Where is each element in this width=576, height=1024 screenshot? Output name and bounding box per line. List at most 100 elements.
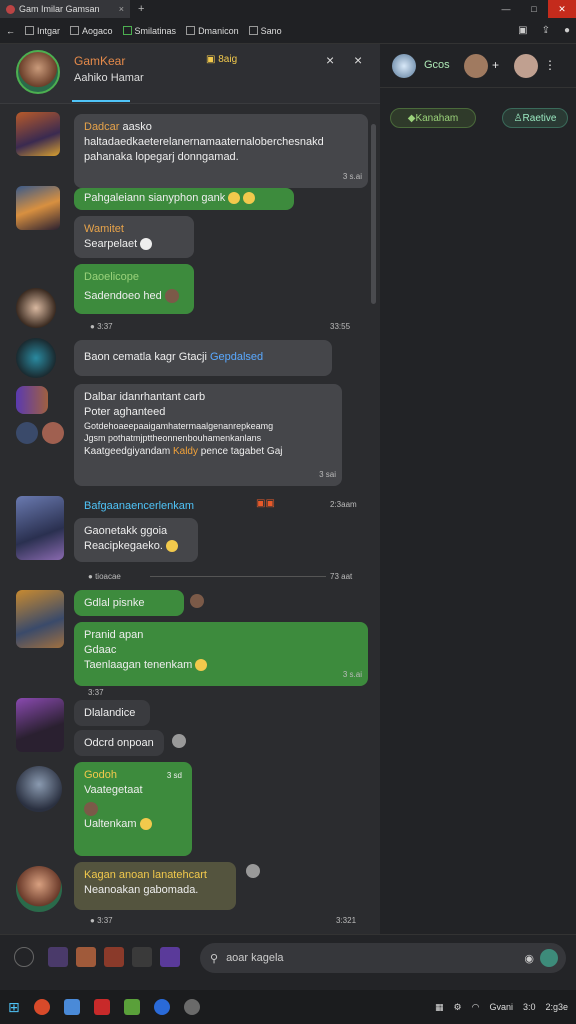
pill-button[interactable]: ♙ Raetive xyxy=(502,108,568,128)
message-time: 2:3aam xyxy=(330,500,357,509)
chat-avatar[interactable] xyxy=(16,50,60,94)
avatar[interactable] xyxy=(16,338,56,378)
close-icon[interactable]: × xyxy=(354,52,362,68)
message-text: Taenlaagan tenenkam xyxy=(84,659,193,671)
more-icon[interactable]: ⋮ xyxy=(544,58,556,72)
bookmark-label: Aogaco xyxy=(82,25,113,36)
divider-label: ● tioacae xyxy=(88,572,121,581)
message-author: Kagan anoan lanatehcart xyxy=(84,869,207,881)
message-time: ● 3:37 xyxy=(90,916,113,925)
scrollbar[interactable] xyxy=(371,124,376,304)
avatar[interactable] xyxy=(16,766,62,812)
message-author: Godoh xyxy=(84,769,118,781)
emoji-icon xyxy=(228,192,241,205)
browser-tab[interactable]: Gam Imilar Gamsan × xyxy=(0,0,130,18)
bookmark-label: Intgar xyxy=(37,25,61,36)
wifi-icon[interactable]: ◠ xyxy=(472,1002,480,1013)
taskbar: ⊞ ▦ ⚙ ◠ Gvani 3:0 2:g3e xyxy=(0,990,576,1024)
media-thumb[interactable] xyxy=(76,947,96,967)
bookmark-item[interactable]: Intgar xyxy=(25,26,60,36)
new-tab-icon[interactable]: + xyxy=(138,3,144,15)
right-panel-header: Gcos + ⋮ xyxy=(380,44,576,88)
tab-close-icon[interactable]: × xyxy=(119,4,124,14)
close-icon[interactable]: × xyxy=(326,52,334,68)
message-bubble: Godoh 3 sd Vaategetaat Ualtenkam xyxy=(74,762,192,856)
bookmark-item[interactable]: Sano xyxy=(248,26,282,36)
avatar[interactable] xyxy=(16,866,62,912)
app-icon[interactable] xyxy=(153,999,170,1015)
send-icon[interactable] xyxy=(540,949,558,967)
app-icon[interactable] xyxy=(93,999,110,1015)
right-panel-name: Gcos xyxy=(424,59,450,71)
tab-favicon-icon xyxy=(6,4,15,14)
avatar[interactable] xyxy=(16,496,64,560)
avatar[interactable] xyxy=(392,54,416,78)
avatar[interactable] xyxy=(464,54,488,78)
message-bubble: Dlalandice xyxy=(74,700,150,726)
bookmark-icon xyxy=(186,26,196,35)
message-text: Gaonetakk ggoia xyxy=(84,525,168,537)
media-thumb[interactable] xyxy=(132,947,152,967)
avatar[interactable] xyxy=(16,112,60,156)
settings-icon[interactable]: ⚙ xyxy=(454,1002,462,1013)
profile-icon[interactable]: ● xyxy=(564,25,570,36)
chat-panel: GamKear Aahiko Hamar ▣ 8aig × × Dadcar a… xyxy=(0,44,380,934)
message-author: Daoelicope xyxy=(84,271,140,283)
message-text: haltadaedkaeterelanernamaaternaloberches… xyxy=(84,136,324,148)
divider xyxy=(150,576,326,577)
avatar[interactable] xyxy=(42,422,64,444)
file-explorer-icon[interactable] xyxy=(63,999,80,1015)
back-arrow-icon[interactable]: ← xyxy=(6,26,15,36)
extensions-icon[interactable]: ▣ xyxy=(518,25,527,36)
plus-icon[interactable]: + xyxy=(492,58,499,72)
message-text: pence tagabet Gaj xyxy=(200,446,283,457)
chat-badge-label: 8aig xyxy=(218,54,238,65)
message-text: Gotdehoaeepaaigamhatermaalgenanrepkeamg xyxy=(84,421,274,431)
bookmark-item[interactable]: Aogaco xyxy=(70,26,113,36)
app-icon[interactable] xyxy=(183,999,200,1015)
message-author: Bafgaanaencerlenkam xyxy=(84,500,195,512)
message-text: Kaatgeedgiyandam xyxy=(84,446,171,457)
tray-clock: 3:0 xyxy=(522,1002,536,1012)
bookmark-item[interactable]: Dmanicon xyxy=(186,26,239,36)
message-time: 3 sai xyxy=(319,470,336,479)
avatar[interactable] xyxy=(16,288,56,328)
avatar[interactable] xyxy=(16,386,48,414)
message-text: pahanaka lopegarj donngamad. xyxy=(84,151,239,163)
right-panel: Gcos + ⋮ ◆ Kanaham ♙ Raetive xyxy=(380,44,576,934)
message-text: Vaategetaat xyxy=(84,784,143,796)
chrome-icon[interactable] xyxy=(33,999,50,1015)
media-thumb[interactable] xyxy=(48,947,68,967)
share-icon[interactable]: ⇪ xyxy=(542,25,550,36)
camera-icon[interactable]: ◉ xyxy=(524,952,534,965)
bookmark-item[interactable]: Smilatinas xyxy=(122,26,176,36)
avatar[interactable] xyxy=(16,186,60,230)
sticker-icon xyxy=(84,802,98,817)
avatar[interactable] xyxy=(16,590,64,648)
time-label: 3:37 xyxy=(97,322,113,331)
message-link[interactable]: Gepdalsed xyxy=(210,351,263,363)
network-icon[interactable]: ▦ xyxy=(435,1002,444,1013)
media-thumb[interactable] xyxy=(104,947,124,967)
avatar[interactable] xyxy=(16,422,38,444)
windows-start-icon[interactable]: ⊞ xyxy=(8,999,20,1016)
pill-button[interactable]: ◆ Kanaham xyxy=(390,108,476,128)
tray-label: Gvani xyxy=(489,1002,513,1012)
message-author: Dadcar xyxy=(84,121,120,133)
message-time: 3:37 xyxy=(88,688,104,697)
media-thumb[interactable] xyxy=(160,947,180,967)
emoji-button-icon[interactable] xyxy=(14,947,34,967)
app-icon[interactable] xyxy=(123,999,140,1015)
avatar[interactable] xyxy=(514,54,538,78)
message-bubble: Baon cematla kagr Gtacji Gepdalsed xyxy=(74,340,332,376)
badge-icon: ▣▣ xyxy=(256,498,275,509)
sticker-icon xyxy=(246,864,260,878)
avatar[interactable] xyxy=(16,698,64,752)
maximize-icon[interactable]: □ xyxy=(520,0,548,18)
window-close-icon[interactable]: ✕ xyxy=(548,0,576,18)
tab-title: Gam Imilar Gamsan xyxy=(19,4,100,14)
minimize-icon[interactable]: — xyxy=(492,0,520,18)
browser-titlebar: Gam Imilar Gamsan × + — □ ✕ xyxy=(0,0,576,18)
message-input[interactable]: ⚲ aoar kagela ◉ xyxy=(200,943,566,973)
message-tag: 3 sd xyxy=(166,771,182,780)
